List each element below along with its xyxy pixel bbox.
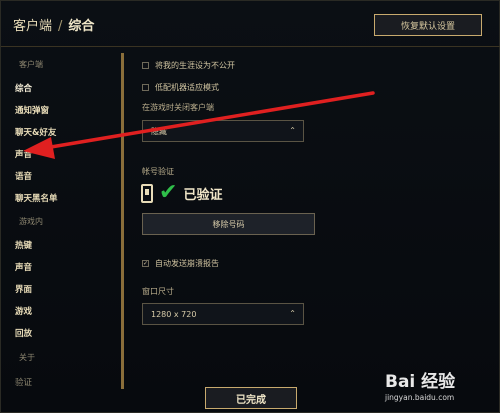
sidebar-scrollbar[interactable] [121,53,124,389]
sidebar-section-client: 客户端 [19,60,43,69]
sidebar-item-chat-friends[interactable]: 聊天&好友 [15,126,56,138]
settings-window: 客户端 / 综合 恢复默认设置 客户端 综合 通知弹窗 聊天&好友 声音 语音 聊天… [0,0,500,413]
sidebar: 客户端 综合 通知弹窗 聊天&好友 声音 语音 聊天黑名单 游戏内 热键 声音 … [1,47,121,407]
baidu-logo: Bai 经验 [385,372,456,392]
close-client-value: 隐藏 [151,126,167,136]
done-button[interactable]: 已完成 [205,387,297,409]
sidebar-item-chat-blacklist[interactable]: 聊天黑名单 [15,192,58,204]
header: 客户端 / 综合 恢复默认设置 [1,1,500,47]
sidebar-item-general[interactable]: 综合 [15,82,32,94]
watermark-url: jingyan.baidu.com [385,393,455,402]
window-size-value: 1280 x 720 [151,309,197,319]
breadcrumb-separator: / [58,19,63,34]
close-client-select[interactable]: 隐藏 ⌃ [142,120,304,142]
low-spec-option[interactable]: 低配机器适应模式 [142,82,219,93]
verified-text: 已验证 [183,187,223,203]
sidebar-section-ingame: 游戏内 [19,217,43,226]
breadcrumb-root[interactable]: 客户端 [13,19,52,34]
remove-phone-button[interactable]: 移除号码 [142,213,315,235]
baidu-watermark: Bai 经验 jingyan.baidu.com [385,367,495,411]
hide-career-label: 将我的生涯设为不公开 [155,61,235,70]
low-spec-label: 低配机器适应模式 [155,83,219,92]
sidebar-item-game[interactable]: 游戏 [15,305,32,317]
breadcrumb: 客户端 / 综合 [13,15,94,34]
page-title: 综合 [68,19,95,34]
auto-crash-label: 自动发送崩溃报告 [155,259,219,268]
account-verify-label: 帐号验证 [142,167,174,176]
phone-icon [141,183,153,203]
chevron-updown-icon: ⌃ [289,309,296,318]
sidebar-item-ingame-sound[interactable]: 声音 [15,261,32,273]
sidebar-item-verification[interactable]: 验证 [15,376,32,388]
close-client-label: 在游戏时关闭客户端 [142,103,214,112]
sidebar-item-sound[interactable]: 声音 [15,148,32,160]
sidebar-item-hotkeys[interactable]: 热键 [15,239,32,251]
verification-status: ✔ 已验证 [141,182,222,204]
sidebar-item-interface[interactable]: 界面 [15,283,32,295]
hide-career-option[interactable]: 将我的生涯设为不公开 [142,60,235,71]
sidebar-item-replay[interactable]: 回放 [15,327,32,339]
restore-defaults-button[interactable]: 恢复默认设置 [374,14,482,36]
hide-career-checkbox[interactable] [142,62,149,69]
check-icon: ✔ [159,180,178,205]
sidebar-section-about: 关于 [19,353,35,362]
window-size-select[interactable]: 1280 x 720 ⌃ [142,303,304,325]
window-size-label: 窗口尺寸 [142,287,174,296]
sidebar-item-notifications[interactable]: 通知弹窗 [15,104,49,116]
sidebar-item-voice[interactable]: 语音 [15,170,32,182]
low-spec-checkbox[interactable] [142,84,149,91]
auto-crash-checkbox[interactable]: ✓ [142,260,149,267]
chevron-updown-icon: ⌃ [289,126,296,135]
auto-crash-option[interactable]: ✓ 自动发送崩溃报告 [142,258,219,269]
